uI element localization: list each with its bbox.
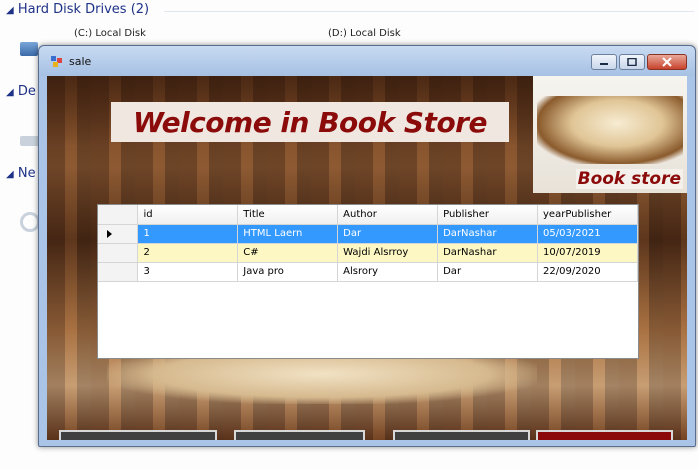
network-group-label: Ne — [17, 166, 36, 181]
expand-arrow-icon[interactable]: ◢ — [6, 87, 14, 98]
close-icon — [662, 57, 672, 67]
hard-disk-group-header[interactable]: ◢ Hard Disk Drives (2) — [6, 2, 698, 17]
drive-icon[interactable] — [20, 42, 38, 56]
row-header[interactable] — [98, 224, 139, 244]
column-header-publisher[interactable]: Publisher — [437, 205, 539, 225]
cell-author[interactable]: Wajdi Alsrroy — [337, 243, 439, 263]
cell-author[interactable]: Alsrory — [337, 262, 439, 282]
disk-d-label[interactable]: (D:) Local Disk — [328, 28, 401, 39]
cell-author[interactable]: Dar — [337, 224, 439, 244]
minimize-button[interactable] — [591, 54, 617, 70]
sale-book-button[interactable]: Sale Book — [234, 430, 365, 440]
row-header[interactable] — [98, 243, 139, 263]
device-icon[interactable] — [20, 136, 40, 146]
current-row-arrow-icon — [107, 229, 112, 238]
sale-window: sale Welcome in Book Store Book store id… — [38, 45, 696, 447]
devices-group-label: De — [17, 84, 36, 99]
title-bar[interactable]: sale — [39, 46, 695, 76]
cell-year-publisher[interactable]: 10/07/2019 — [537, 243, 638, 263]
hard-disk-group-label: Hard Disk Drives (2) — [17, 2, 150, 17]
cell-publisher[interactable]: Dar — [437, 262, 539, 282]
group-divider — [164, 11, 694, 12]
row-header[interactable] — [98, 262, 139, 282]
devices-group-header[interactable]: ◢ De — [6, 84, 36, 99]
column-header-id[interactable]: id — [137, 205, 239, 225]
expand-arrow-icon[interactable]: ◢ — [6, 5, 14, 16]
cell-id[interactable]: 3 — [137, 262, 239, 282]
back-to-home-button[interactable]: Back to Home — [59, 430, 217, 440]
table-row[interactable]: 1 HTML Laern Dar DarNashar 05/03/2021 — [98, 224, 638, 244]
table-row[interactable]: 3 Java pro Alsrory Dar 22/09/2020 — [98, 262, 638, 282]
network-icon[interactable] — [20, 212, 40, 232]
disk-c-label[interactable]: (C:) Local Disk — [74, 28, 146, 39]
welcome-banner: Welcome in Book Store — [111, 102, 509, 142]
close-button[interactable] — [647, 54, 687, 70]
expand-arrow-icon[interactable]: ◢ — [6, 169, 14, 180]
app-icon — [51, 56, 62, 67]
update-button[interactable]: Updata — [393, 430, 530, 440]
store-caption: Book store — [575, 169, 683, 189]
book-store-picture: Book store — [533, 76, 687, 193]
form-client-area: Welcome in Book Store Book store id Titl… — [47, 76, 687, 440]
maximize-button[interactable] — [619, 54, 645, 70]
cell-title[interactable]: HTML Laern — [237, 224, 339, 244]
maximize-icon — [627, 58, 637, 66]
cell-id[interactable]: 2 — [137, 243, 239, 263]
window-title: sale — [69, 55, 92, 68]
cell-title[interactable]: Java pro — [237, 262, 339, 282]
column-header-author[interactable]: Author — [337, 205, 439, 225]
cell-year-publisher[interactable]: 22/09/2020 — [537, 262, 638, 282]
table-row[interactable]: 2 C# Wajdi Alsrroy DarNashar 10/07/2019 — [98, 243, 638, 263]
cell-year-publisher[interactable]: 05/03/2021 — [537, 224, 638, 244]
minimize-icon — [600, 63, 608, 65]
cell-publisher[interactable]: DarNashar — [437, 224, 539, 244]
grid-corner-cell[interactable] — [98, 205, 139, 225]
network-group-header[interactable]: ◢ Ne — [6, 166, 36, 181]
cell-publisher[interactable]: DarNashar — [437, 243, 539, 263]
cell-id[interactable]: 1 — [137, 224, 239, 244]
cell-title[interactable]: C# — [237, 243, 339, 263]
open-book-image — [537, 96, 683, 164]
delete-book-button[interactable]: Delete Book — [536, 430, 673, 440]
books-data-grid[interactable]: id Title Author Publisher yearPublisher … — [97, 204, 639, 359]
grid-header-row: id Title Author Publisher yearPublisher — [98, 205, 638, 225]
column-header-year-publisher[interactable]: yearPublisher — [537, 205, 638, 225]
column-header-title[interactable]: Title — [237, 205, 339, 225]
